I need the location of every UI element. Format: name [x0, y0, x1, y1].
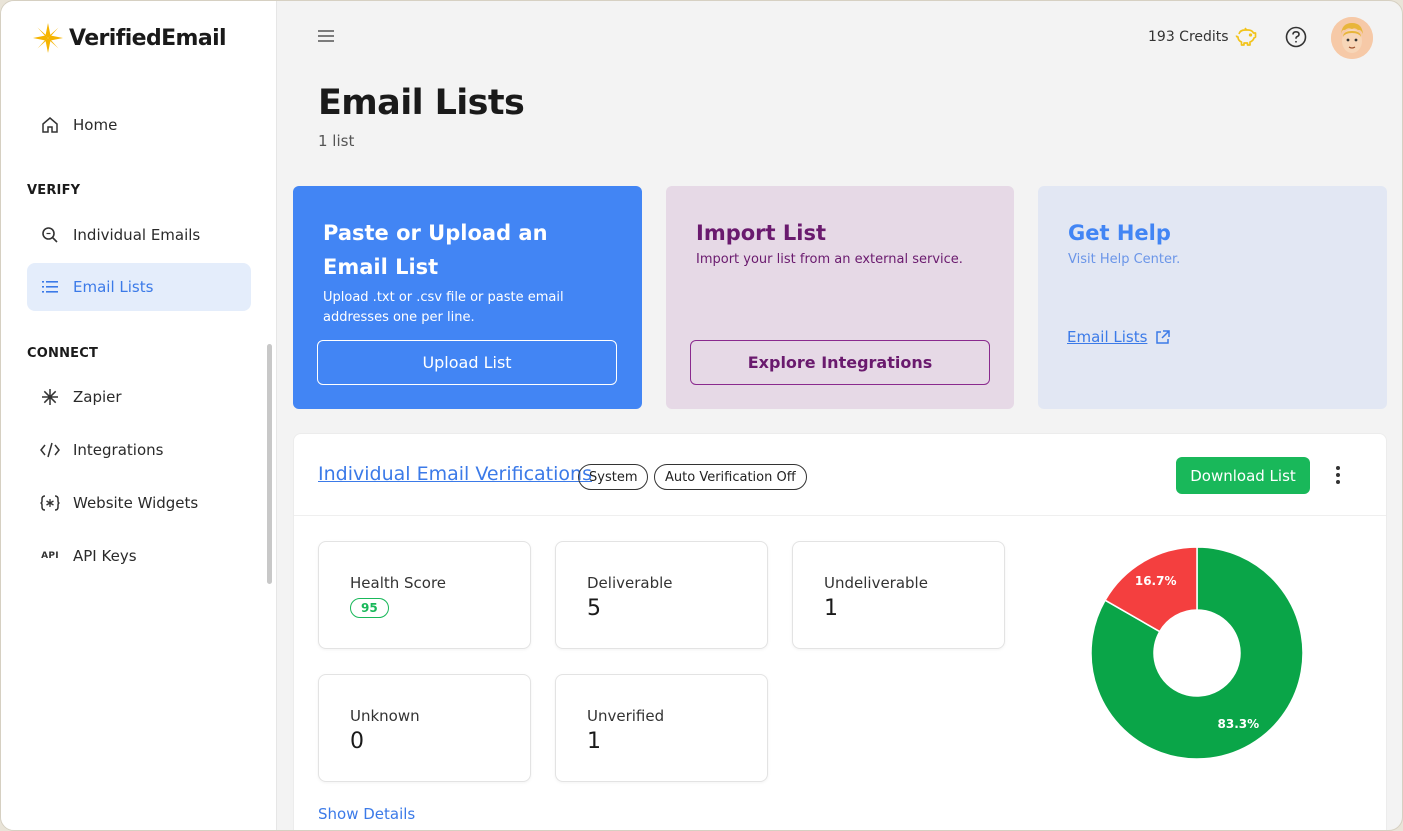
- help-icon[interactable]: [1285, 26, 1307, 48]
- more-options-icon[interactable]: [1328, 464, 1348, 486]
- sidebar-item-integrations[interactable]: Integrations: [27, 426, 251, 474]
- import-card-title: Import List: [696, 221, 826, 245]
- list-panel-header: Individual Email Verifications System Au…: [294, 434, 1386, 516]
- undeliverable-card: Undeliverable 1: [792, 541, 1005, 649]
- help-email-lists-link[interactable]: Email Lists: [1067, 328, 1171, 346]
- unknown-value: 0: [350, 729, 364, 754]
- logo[interactable]: VerifiedEmail: [31, 21, 227, 55]
- piggy-bank-icon: [1235, 27, 1256, 46]
- search-icon: [39, 226, 61, 244]
- health-score-badge: 95: [350, 598, 389, 618]
- sidebar-item-individual-emails[interactable]: Individual Emails: [27, 211, 251, 259]
- sidebar-item-label: Email Lists: [73, 278, 154, 296]
- health-score-card: Health Score 95: [318, 541, 531, 649]
- show-details-link[interactable]: Show Details: [318, 805, 415, 823]
- help-card: Get Help Visit Help Center. Email Lists: [1038, 186, 1387, 409]
- sidebar-item-label: Integrations: [73, 441, 164, 459]
- deliverable-label: Deliverable: [587, 574, 673, 592]
- upload-card-title: Paste or Upload an Email List: [323, 221, 548, 279]
- upload-card-desc: Upload .txt or .csv file or paste email …: [323, 290, 564, 325]
- system-chip: System: [578, 464, 649, 490]
- download-list-button[interactable]: Download List: [1176, 457, 1310, 494]
- sidebar-scrollbar[interactable]: [267, 344, 272, 584]
- sidebar-item-label: Zapier: [73, 388, 122, 406]
- section-verify: VERIFY: [27, 183, 81, 198]
- import-card-desc: Import your list from an external servic…: [696, 252, 963, 267]
- health-score-label: Health Score: [350, 574, 447, 592]
- explore-integrations-button[interactable]: Explore Integrations: [690, 340, 990, 385]
- sidebar-item-api-keys[interactable]: API API Keys: [27, 532, 251, 580]
- upload-card: Paste or Upload an Email List Upload .tx…: [293, 186, 642, 409]
- help-card-desc: Visit Help Center.: [1068, 252, 1181, 267]
- list-panel: Individual Email Verifications System Au…: [293, 433, 1387, 830]
- sidebar-item-email-lists[interactable]: Email Lists: [27, 263, 251, 311]
- api-icon: API: [41, 551, 59, 561]
- sidebar-item-website-widgets[interactable]: Website Widgets: [27, 479, 251, 527]
- undeliverable-value: 1: [824, 596, 838, 621]
- credits-text: 193 Credits: [1148, 29, 1229, 45]
- page-subtitle: 1 list: [318, 132, 355, 150]
- zapier-icon: [39, 388, 61, 406]
- widget-icon: [39, 495, 61, 511]
- credits-display[interactable]: 193 Credits: [1148, 27, 1257, 47]
- avatar-face-icon: [1331, 17, 1373, 59]
- list-title-link[interactable]: Individual Email Verifications: [318, 463, 592, 485]
- donut-label-deliverable: 83.3%: [1218, 717, 1260, 731]
- sidebar-item-label: API Keys: [73, 547, 137, 565]
- import-card: Import List Import your list from an ext…: [666, 186, 1014, 409]
- sidebar-item-label: Individual Emails: [73, 226, 201, 244]
- logo-text: VerifiedEmail: [69, 25, 227, 51]
- auto-verification-chip: Auto Verification Off: [654, 464, 807, 490]
- undeliverable-label: Undeliverable: [824, 574, 928, 592]
- section-connect: CONNECT: [27, 346, 99, 361]
- help-card-title: Get Help: [1068, 221, 1171, 245]
- code-icon: [39, 442, 61, 458]
- deliverable-value: 5: [587, 596, 601, 621]
- unverified-value: 1: [587, 729, 601, 754]
- sidebar-item-label: Website Widgets: [73, 494, 199, 512]
- donut-label-undeliverable: 16.7%: [1135, 574, 1177, 588]
- sidebar: VerifiedEmail Home VERIFY Individual Ema…: [1, 1, 277, 830]
- deliverable-card: Deliverable 5: [555, 541, 768, 649]
- upload-list-button[interactable]: Upload List: [317, 340, 617, 385]
- home-icon: [39, 116, 61, 134]
- deliverability-donut-chart: 83.3% 16.7%: [1090, 546, 1304, 760]
- list-icon: [39, 280, 61, 294]
- sidebar-item-label: Home: [73, 116, 118, 134]
- unknown-label: Unknown: [350, 707, 420, 725]
- unverified-label: Unverified: [587, 707, 665, 725]
- help-link-label: Email Lists: [1067, 328, 1148, 346]
- app-window: VerifiedEmail Home VERIFY Individual Ema…: [0, 0, 1403, 831]
- avatar[interactable]: [1331, 17, 1373, 59]
- sidebar-item-zapier[interactable]: Zapier: [27, 373, 251, 421]
- external-link-icon: [1156, 329, 1171, 344]
- menu-icon[interactable]: [317, 29, 335, 43]
- sidebar-item-home[interactable]: Home: [27, 101, 251, 149]
- unverified-card: Unverified 1: [555, 674, 768, 782]
- page-title: Email Lists: [318, 83, 525, 123]
- unknown-card: Unknown 0: [318, 674, 531, 782]
- logo-icon: [33, 23, 63, 53]
